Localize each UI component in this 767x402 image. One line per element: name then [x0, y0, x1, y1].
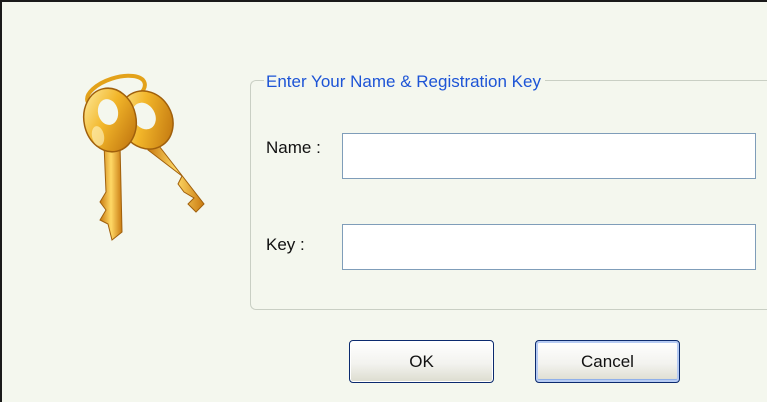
- key-input[interactable]: [342, 224, 756, 270]
- name-input[interactable]: [342, 133, 756, 179]
- registration-dialog: Enter Your Name & Registration Key Name …: [0, 0, 767, 402]
- key-label: Key :: [266, 235, 305, 254]
- ok-button[interactable]: OK: [349, 340, 494, 383]
- registration-group-box: [250, 80, 767, 310]
- group-box-title: Enter Your Name & Registration Key: [264, 72, 545, 92]
- keys-icon: [64, 64, 224, 249]
- name-label: Name :: [266, 138, 321, 157]
- cancel-button[interactable]: Cancel: [535, 340, 680, 383]
